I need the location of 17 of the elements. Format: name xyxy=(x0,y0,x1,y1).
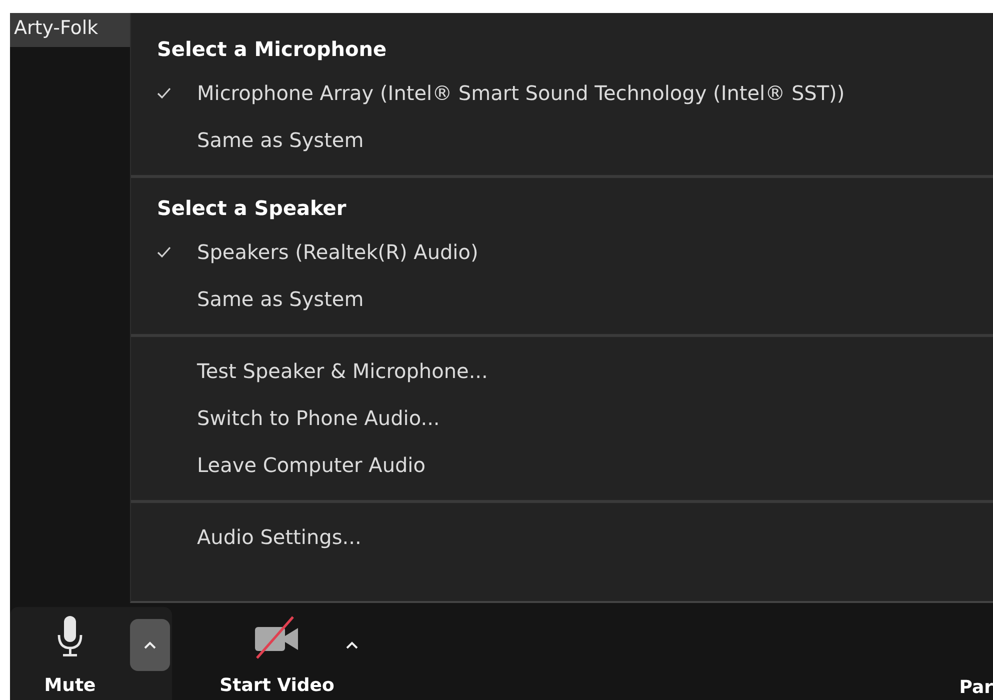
mute-label: Mute xyxy=(44,675,96,696)
caret-icon xyxy=(345,641,359,649)
microphone-icon[interactable] xyxy=(55,615,85,659)
participants-label[interactable]: Par xyxy=(959,677,993,700)
start-video-label: Start Video xyxy=(220,675,334,696)
menu-heading: Select a Microphone xyxy=(157,36,388,63)
caret-icon xyxy=(143,641,157,649)
menu-item[interactable]: Audio Settings... xyxy=(157,513,993,560)
menu-item[interactable]: Same as System xyxy=(157,116,993,163)
menu-item[interactable]: Same as System xyxy=(157,275,993,322)
menu-item[interactable]: Test Speaker & Microphone... xyxy=(157,347,993,394)
menu-item[interactable]: Leave Computer Audio xyxy=(157,441,993,488)
menu-item[interactable]: Switch to Phone Audio... xyxy=(157,394,993,441)
menu-heading: Select a Speaker xyxy=(157,195,348,222)
menu-item[interactable]: Speakers (Realtek(R) Audio) xyxy=(157,228,993,275)
participant-name: Arty-Folk xyxy=(10,13,130,47)
menu-item[interactable]: Microphone Array (Intel® Smart Sound Technology (Intel® SST)) xyxy=(157,69,993,116)
